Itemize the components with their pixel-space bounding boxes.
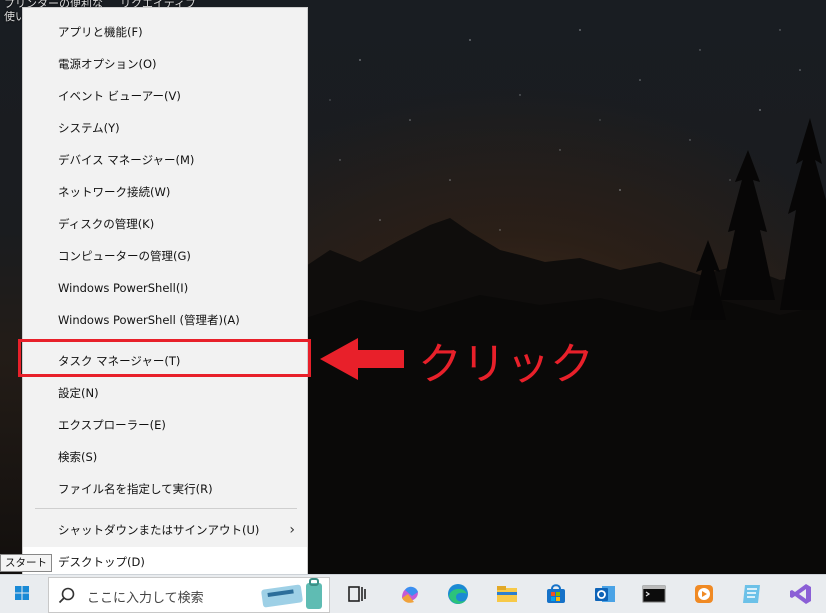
menu-item-device-manager[interactable]: デバイス マネージャー(M) [23,145,307,175]
menu-item-power-options[interactable]: 電源オプション(O) [23,49,307,79]
menu-item-search[interactable]: 検索(S) [23,442,307,472]
menu-item-powershell-admin[interactable]: Windows PowerShell (管理者)(A) [23,305,307,335]
file-explorer-icon[interactable] [493,580,521,608]
menu-item-run[interactable]: ファイル名を指定して実行(R) [23,474,307,504]
menu-item-apps-features[interactable]: アプリと機能(F) [23,17,307,47]
menu-item-event-viewer[interactable]: イベント ビューアー(V) [23,81,307,111]
edge-icon[interactable] [444,580,472,608]
task-view-icon[interactable] [343,580,371,608]
media-player-icon[interactable] [690,580,718,608]
menu-item-shutdown-label: シャットダウンまたはサインアウト(U) [58,523,260,537]
arrow-left-icon [320,338,404,380]
menu-separator [35,508,297,509]
notepad-icon[interactable] [738,580,766,608]
menu-item-explorer[interactable]: エクスプローラー(E) [23,410,307,440]
menu-item-settings[interactable]: 設定(N) [23,378,307,408]
menu-item-disk-management[interactable]: ディスクの管理(K) [23,209,307,239]
outlook-icon[interactable] [591,580,619,608]
search-placeholder: ここに入力して検索 [87,591,204,606]
start-tooltip: スタート [0,554,52,572]
menu-item-desktop[interactable]: デスクトップ(D) [23,547,307,577]
windows-logo-icon[interactable] [8,583,36,605]
terminal-icon[interactable] [640,580,668,608]
callout-text: クリック [418,339,594,390]
menu-item-network-connections[interactable]: ネットワーク接続(W) [23,177,307,207]
search-icon [58,587,75,604]
menu-item-powershell[interactable]: Windows PowerShell(I) [23,273,307,303]
menu-item-system[interactable]: システム(Y) [23,113,307,143]
winx-context-menu: アプリと機能(F) 電源オプション(O) イベント ビューアー(V) システム(… [22,7,308,581]
visual-studio-icon[interactable] [787,580,815,608]
menu-item-computer-management[interactable]: コンピューターの管理(G) [23,241,307,271]
copilot-icon[interactable] [396,580,424,608]
search-highlight-illustration [261,578,322,609]
store-icon[interactable] [542,580,570,608]
highlight-box [18,339,311,377]
chevron-right-icon: › [289,522,295,538]
menu-item-shutdown-signout[interactable]: シャットダウンまたはサインアウト(U) › [23,515,307,545]
taskbar: ここに入力して検索 [0,574,826,613]
